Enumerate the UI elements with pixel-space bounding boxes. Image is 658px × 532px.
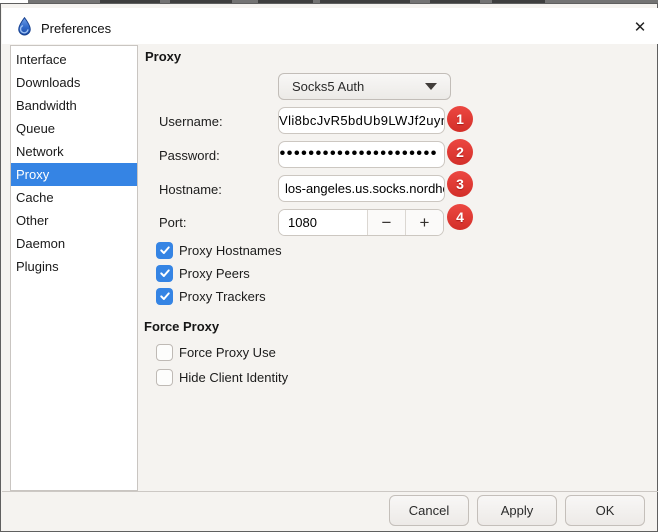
- checkmark-icon: [159, 267, 171, 279]
- checkbox-force-proxy-use[interactable]: Force Proxy Use: [156, 343, 276, 361]
- sidebar-item-plugins[interactable]: Plugins: [11, 255, 137, 278]
- spin-minus-icon[interactable]: −: [367, 210, 405, 235]
- password-field[interactable]: ••••••••••••••••••••••: [278, 141, 445, 168]
- unchecked-checkbox-icon[interactable]: [156, 369, 173, 386]
- checkbox-hide-client-identity[interactable]: Hide Client Identity: [156, 368, 288, 386]
- sidebar-item-queue[interactable]: Queue: [11, 117, 137, 140]
- unchecked-checkbox-icon[interactable]: [156, 344, 173, 361]
- port-label: Port:: [159, 215, 186, 230]
- sidebar-item-daemon[interactable]: Daemon: [11, 232, 137, 255]
- checkmark-icon: [159, 244, 171, 256]
- spin-plus-icon[interactable]: +: [405, 210, 443, 235]
- preferences-dialog: Preferences ✕ Interface Downloads Bandwi…: [0, 3, 658, 532]
- sidebar-item-other[interactable]: Other: [11, 209, 137, 232]
- checkmark-icon: [159, 290, 171, 302]
- ok-button[interactable]: OK: [565, 495, 645, 526]
- proxy-type-value: Socks5 Auth: [279, 79, 425, 94]
- proxy-section-title: Proxy: [145, 49, 181, 64]
- sidebar-item-downloads[interactable]: Downloads: [11, 71, 137, 94]
- checked-checkbox-icon[interactable]: [156, 242, 173, 259]
- cancel-button[interactable]: Cancel: [389, 495, 469, 526]
- hostname-value: los-angeles.us.socks.nordho: [279, 176, 444, 201]
- sidebar-item-interface[interactable]: Interface: [11, 48, 137, 71]
- username-value: Vli8bcJvR5bdUb9LWJf2uynwj: [279, 108, 444, 133]
- force-proxy-section-title: Force Proxy: [144, 319, 219, 334]
- checkbox-label: Proxy Peers: [179, 266, 250, 281]
- titlebar[interactable]: Preferences ✕: [2, 8, 658, 44]
- checkbox-label: Force Proxy Use: [179, 345, 276, 360]
- password-value: ••••••••••••••••••••••: [279, 142, 444, 166]
- close-icon[interactable]: ✕: [626, 14, 654, 40]
- sidebar-item-cache[interactable]: Cache: [11, 186, 137, 209]
- annotation-badge-3: 3: [447, 171, 473, 197]
- window-title: Preferences: [41, 21, 111, 36]
- hostname-field[interactable]: los-angeles.us.socks.nordho: [278, 175, 445, 202]
- annotation-badge-2: 2: [447, 139, 473, 165]
- checkbox-label: Hide Client Identity: [179, 370, 288, 385]
- username-label: Username:: [159, 114, 223, 129]
- annotation-badge-1: 1: [447, 106, 473, 132]
- sidebar-item-network[interactable]: Network: [11, 140, 137, 163]
- password-label: Password:: [159, 148, 220, 163]
- checked-checkbox-icon[interactable]: [156, 288, 173, 305]
- proxy-type-dropdown[interactable]: Socks5 Auth: [278, 73, 451, 100]
- username-field[interactable]: Vli8bcJvR5bdUb9LWJf2uynwj: [278, 107, 445, 134]
- apply-button[interactable]: Apply: [477, 495, 557, 526]
- checkbox-proxy-trackers[interactable]: Proxy Trackers: [156, 287, 266, 305]
- checkbox-label: Proxy Hostnames: [179, 243, 282, 258]
- chevron-down-icon: [425, 83, 437, 90]
- sidebar-item-bandwidth[interactable]: Bandwidth: [11, 94, 137, 117]
- hostname-label: Hostname:: [159, 182, 222, 197]
- annotation-badge-4: 4: [447, 204, 473, 230]
- sidebar-item-proxy[interactable]: Proxy: [11, 163, 137, 186]
- footer-separator: [2, 491, 658, 492]
- preferences-category-list: Interface Downloads Bandwidth Queue Netw…: [10, 45, 138, 491]
- port-value[interactable]: 1080: [279, 210, 367, 235]
- checked-checkbox-icon[interactable]: [156, 265, 173, 282]
- checkbox-proxy-peers[interactable]: Proxy Peers: [156, 264, 250, 282]
- deluge-logo-icon: [16, 17, 33, 36]
- port-spinbutton[interactable]: 1080 − +: [278, 209, 444, 236]
- checkbox-proxy-hostnames[interactable]: Proxy Hostnames: [156, 241, 282, 259]
- checkbox-label: Proxy Trackers: [179, 289, 266, 304]
